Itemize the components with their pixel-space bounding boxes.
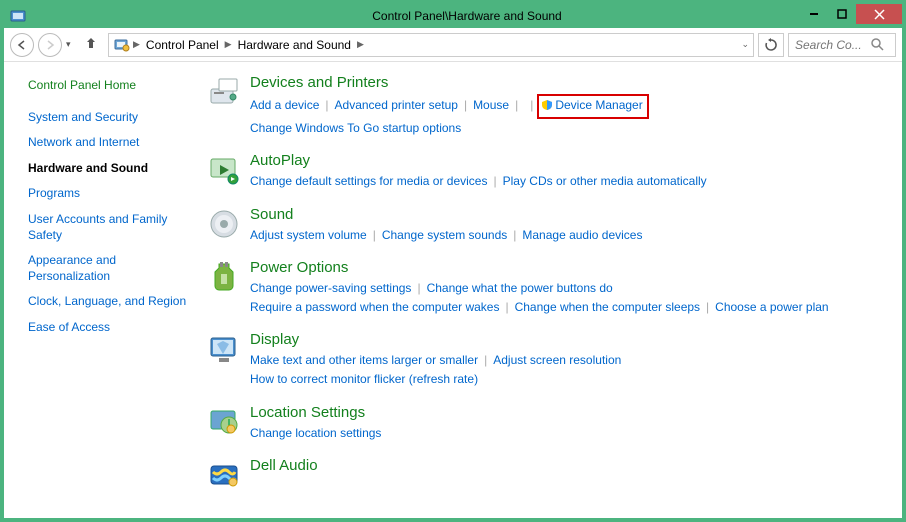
separator: | bbox=[484, 353, 487, 367]
category-link[interactable]: Change when the computer sleeps bbox=[515, 300, 700, 314]
sidebar: Control Panel Home System and Security Ne… bbox=[4, 62, 202, 518]
category: Devices and Printers Add a device | Advance… bbox=[206, 74, 892, 138]
sidebar-item[interactable]: System and Security bbox=[28, 110, 202, 126]
control-panel-small-icon bbox=[113, 37, 131, 53]
category: Power Options Change power-saving setting… bbox=[206, 259, 892, 317]
chevron-right-icon[interactable]: ▶ bbox=[225, 39, 232, 50]
breadcrumb-item[interactable]: Hardware and Sound bbox=[234, 38, 355, 52]
sidebar-item[interactable]: Clock, Language, and Region bbox=[28, 294, 202, 310]
forward-button[interactable] bbox=[38, 33, 62, 57]
separator: | bbox=[464, 98, 467, 112]
category-links: Change default settings for media or dev… bbox=[250, 172, 892, 191]
breadcrumb-item[interactable]: Control Panel bbox=[142, 38, 223, 52]
category-link[interactable]: Device Manager bbox=[541, 98, 642, 112]
search-box[interactable] bbox=[788, 33, 896, 57]
category: AutoPlay Change default settings for medi… bbox=[206, 152, 892, 191]
category-icon bbox=[206, 152, 242, 188]
category-links: Change power-saving settings | Change what… bbox=[250, 279, 892, 317]
sidebar-item[interactable]: Hardware and Sound bbox=[28, 161, 202, 177]
category-icon bbox=[206, 206, 242, 242]
separator: | bbox=[706, 300, 709, 314]
chevron-down-icon[interactable]: ⌄ bbox=[741, 39, 749, 50]
category-links: Add a device | Advanced printer setup | Mous… bbox=[250, 94, 892, 138]
category-link[interactable]: Play CDs or other media automatically bbox=[503, 174, 707, 188]
titlebar: Control Panel\Hardware and Sound bbox=[4, 4, 902, 28]
category-icon bbox=[206, 74, 242, 110]
separator: | bbox=[325, 98, 328, 112]
category: Display Make text and other items larger … bbox=[206, 331, 892, 389]
navigation-toolbar: ▾ ▶ Control Panel ▶ Hardware and Sound ▶… bbox=[4, 28, 902, 62]
control-panel-home-link[interactable]: Control Panel Home bbox=[28, 78, 202, 94]
category-title[interactable]: Location Settings bbox=[250, 404, 892, 422]
category-title[interactable]: AutoPlay bbox=[250, 152, 892, 170]
highlight-box: Device Manager bbox=[537, 94, 648, 119]
category-link[interactable]: Adjust system volume bbox=[250, 228, 367, 242]
separator: | bbox=[373, 228, 376, 242]
sidebar-item[interactable]: Network and Internet bbox=[28, 135, 202, 151]
search-input[interactable] bbox=[793, 37, 871, 53]
chevron-right-icon[interactable]: ▶ bbox=[357, 39, 364, 50]
category-title[interactable]: Dell Audio bbox=[250, 457, 892, 475]
category-link[interactable]: Change system sounds bbox=[382, 228, 507, 242]
category-title[interactable]: Power Options bbox=[250, 259, 892, 277]
sidebar-item[interactable]: Appearance and Personalization bbox=[28, 253, 202, 284]
category-links: Change location settings bbox=[250, 424, 892, 443]
chevron-right-icon[interactable]: ▶ bbox=[133, 39, 140, 50]
category-link[interactable]: Require a password when the computer wak… bbox=[250, 300, 499, 314]
category-icon bbox=[206, 259, 242, 295]
category-icon bbox=[206, 404, 242, 440]
sidebar-item[interactable]: User Accounts and Family Safety bbox=[28, 212, 202, 243]
separator: | bbox=[513, 228, 516, 242]
category-title[interactable]: Sound bbox=[250, 206, 892, 224]
shield-icon bbox=[541, 98, 553, 110]
sidebar-item[interactable]: Ease of Access bbox=[28, 320, 202, 336]
search-icon bbox=[871, 38, 884, 51]
category-icon bbox=[206, 331, 242, 367]
category-link[interactable]: Change Windows To Go startup options bbox=[250, 121, 461, 135]
category: Sound Adjust system volume | Change system … bbox=[206, 206, 892, 245]
category-link[interactable]: Change default settings for media or dev… bbox=[250, 174, 487, 188]
close-button[interactable] bbox=[856, 4, 902, 24]
category-link[interactable]: Add a device bbox=[250, 98, 319, 112]
separator: | bbox=[530, 98, 533, 112]
category-link[interactable]: Manage audio devices bbox=[522, 228, 642, 242]
category-title[interactable]: Devices and Printers bbox=[250, 74, 892, 92]
category-link[interactable]: Mouse bbox=[473, 98, 509, 112]
nav-history-dropdown[interactable]: ▾ bbox=[66, 39, 78, 50]
category-title[interactable]: Display bbox=[250, 331, 892, 349]
category-link[interactable]: Adjust screen resolution bbox=[493, 353, 621, 367]
separator: | bbox=[493, 174, 496, 188]
category-link[interactable]: Advanced printer setup bbox=[335, 98, 458, 112]
maximize-button[interactable] bbox=[828, 4, 856, 24]
control-panel-icon bbox=[10, 8, 26, 24]
separator: | bbox=[505, 300, 508, 314]
window-title: Control Panel\Hardware and Sound bbox=[32, 9, 902, 23]
sidebar-item[interactable]: Programs bbox=[28, 186, 202, 202]
category-link[interactable]: How to correct monitor flicker (refresh … bbox=[250, 372, 478, 386]
breadcrumb[interactable]: ▶ Control Panel ▶ Hardware and Sound ▶ ⌄ bbox=[108, 33, 754, 57]
minimize-button[interactable] bbox=[800, 4, 828, 24]
back-button[interactable] bbox=[10, 33, 34, 57]
category-link[interactable]: Choose a power plan bbox=[715, 300, 828, 314]
separator: | bbox=[515, 98, 518, 112]
refresh-button[interactable] bbox=[758, 33, 784, 57]
category-link[interactable]: Change location settings bbox=[250, 426, 381, 440]
category-links: Make text and other items larger or smal… bbox=[250, 351, 892, 389]
category-link[interactable]: Change what the power buttons do bbox=[427, 281, 613, 295]
category-icon bbox=[206, 457, 242, 493]
up-button[interactable] bbox=[82, 36, 100, 53]
separator: | bbox=[417, 281, 420, 295]
category-links: Adjust system volume | Change system sound… bbox=[250, 226, 892, 245]
category-link[interactable]: Make text and other items larger or smal… bbox=[250, 353, 478, 367]
category: Dell Audio bbox=[206, 457, 892, 493]
category-link[interactable]: Change power-saving settings bbox=[250, 281, 411, 295]
content-area: Devices and Printers Add a device | Advance… bbox=[202, 62, 902, 518]
category: Location Settings Change location setting… bbox=[206, 404, 892, 443]
